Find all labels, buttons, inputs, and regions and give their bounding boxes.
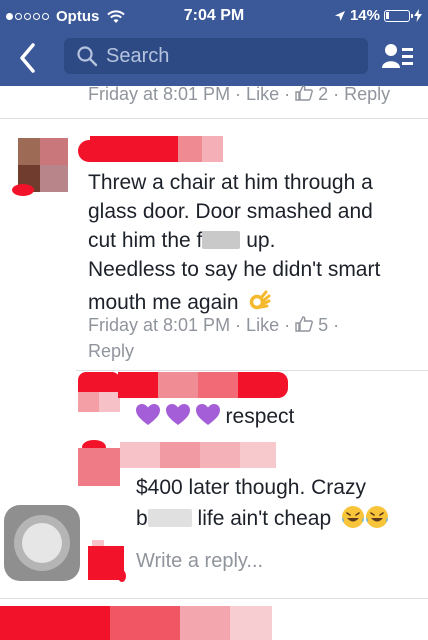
reply-2-avatar-redacted [78, 440, 120, 486]
purple-heart-emoji-icon [165, 404, 190, 425]
comment-2-line-part: cut him the f [88, 229, 203, 252]
comment-1-meta: Friday at 8:01 PM · Like · 2 · Reply [88, 84, 390, 105]
search-input[interactable]: Search [64, 38, 368, 74]
back-chevron-icon[interactable] [18, 42, 38, 74]
battery-icon [384, 9, 413, 22]
comment-2-meta-text: Friday at 8:01 PM · Like · [88, 315, 296, 335]
purple-heart-emoji-icon [195, 404, 220, 425]
status-right: 14% [334, 7, 422, 24]
censor-blur [202, 231, 241, 249]
laughing-emoji-icon [365, 506, 388, 528]
comment-2-reply-link[interactable]: Reply [88, 338, 339, 364]
comment-2-line: Threw a chair at him through a [88, 171, 373, 194]
meta-separator: · [328, 315, 340, 335]
friend-requests-icon[interactable] [382, 42, 414, 70]
divider [0, 598, 428, 599]
divider [0, 118, 428, 119]
battery-percent: 14% [349, 7, 380, 24]
assistive-touch-icon[interactable] [4, 505, 80, 581]
write-reply-input[interactable]: Write a reply... [136, 550, 263, 573]
like-icon [295, 316, 313, 332]
reply-2-line: $400 later though. Crazy [136, 476, 366, 499]
nav-bar: Search [0, 34, 428, 86]
comment-2-meta-line: Friday at 8:01 PM · Like · 5 · [88, 312, 339, 338]
reply-2-text: $400 later though. Crazy b life ain't ch… [136, 472, 389, 534]
comment-2-meta: Friday at 8:01 PM · Like · 5 · Reply [88, 312, 339, 364]
comment-2-line: Needless to say he didn't smart [88, 258, 381, 281]
comment-1-reply-link[interactable]: · Reply [328, 84, 390, 104]
reply-2-line-part: b [136, 507, 148, 530]
search-placeholder: Search [106, 44, 170, 67]
comment-2-line: glass door. Door smashed and [88, 200, 373, 223]
reply-1-name-redacted [118, 372, 288, 398]
reply-1-text: respect [136, 402, 294, 431]
like-icon [295, 85, 313, 101]
location-arrow-icon [334, 10, 345, 21]
charging-bolt-icon [414, 9, 422, 22]
censor-blur [147, 509, 192, 527]
reply-2-line: b life ain't cheap [136, 503, 389, 534]
commenter-name-redacted [78, 136, 223, 162]
my-avatar-redacted [88, 540, 126, 582]
comment-2-like-count: 5 [318, 315, 329, 335]
search-icon [77, 46, 98, 67]
reply-1-avatar-redacted [78, 372, 120, 412]
top-bar: Optus 7:04 PM 14% Search [0, 0, 428, 86]
reply-2-line-part: life ain't cheap [191, 507, 332, 530]
divider [76, 370, 428, 371]
status-bar: Optus 7:04 PM 14% [0, 0, 428, 34]
comment-2-text: Threw a chair at him through a glass doo… [88, 168, 380, 317]
comment-2-line-part: up. [240, 229, 276, 252]
comment-1-meta-text: Friday at 8:01 PM · Like · [88, 84, 296, 104]
reply-2-name-redacted [120, 442, 276, 468]
comment-2-line-part: mouth me again [88, 291, 239, 314]
ok-hand-emoji-icon [250, 290, 271, 310]
comment-1-like-count: 2 [318, 84, 329, 104]
next-commenter-name-redacted [0, 606, 272, 640]
laughing-emoji-icon [341, 506, 364, 528]
reply-1-message: respect [225, 405, 295, 428]
purple-heart-emoji-icon [136, 404, 160, 425]
comment-2-line: cut him the f up. [88, 226, 380, 255]
avatar-redacted [12, 138, 68, 196]
